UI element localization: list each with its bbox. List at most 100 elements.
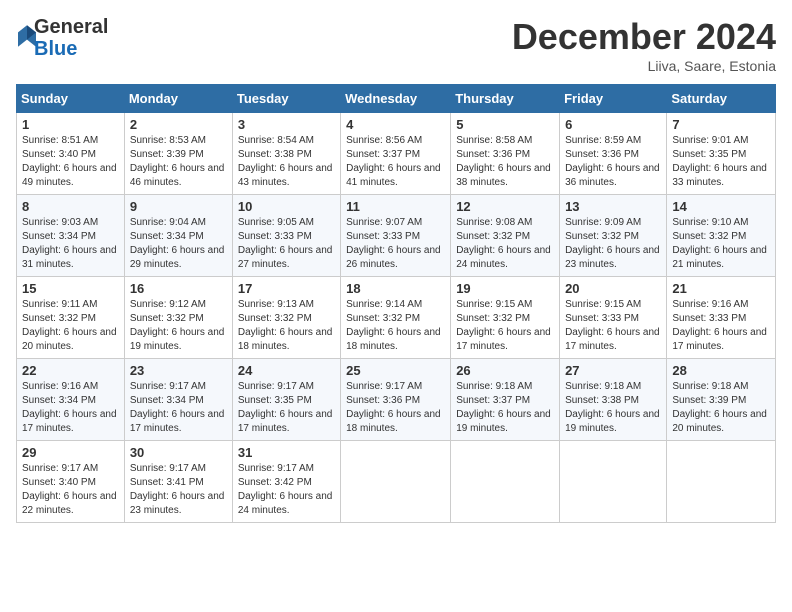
day-info: Sunrise: 9:17 AMSunset: 3:41 PMDaylight:… [130,463,225,516]
day-info: Sunrise: 9:10 AMSunset: 3:32 PMDaylight:… [672,217,767,270]
day-info: Sunrise: 9:07 AMSunset: 3:33 PMDaylight:… [346,217,441,270]
table-row: 1 Sunrise: 8:51 AMSunset: 3:40 PMDayligh… [17,113,125,195]
day-number: 1 [22,117,119,132]
calendar-week-4: 22 Sunrise: 9:16 AMSunset: 3:34 PMDaylig… [17,359,776,441]
day-info: Sunrise: 8:53 AMSunset: 3:39 PMDaylight:… [130,135,225,188]
day-info: Sunrise: 9:09 AMSunset: 3:32 PMDaylight:… [565,217,660,270]
day-info: Sunrise: 9:04 AMSunset: 3:34 PMDaylight:… [130,217,225,270]
table-row: 19 Sunrise: 9:15 AMSunset: 3:32 PMDaylig… [451,277,560,359]
day-number: 6 [565,117,661,132]
table-row: 22 Sunrise: 9:16 AMSunset: 3:34 PMDaylig… [17,359,125,441]
logo-blue-text: Blue [34,38,77,60]
calendar-header-row: Sunday Monday Tuesday Wednesday Thursday… [17,85,776,113]
day-number: 19 [456,281,554,296]
col-monday: Monday [124,85,232,113]
day-number: 12 [456,199,554,214]
table-row [560,441,667,523]
table-row: 11 Sunrise: 9:07 AMSunset: 3:33 PMDaylig… [341,195,451,277]
day-number: 10 [238,199,335,214]
day-info: Sunrise: 8:54 AMSunset: 3:38 PMDaylight:… [238,135,333,188]
day-info: Sunrise: 9:17 AMSunset: 3:34 PMDaylight:… [130,381,225,434]
day-number: 8 [22,199,119,214]
day-number: 18 [346,281,445,296]
day-number: 2 [130,117,227,132]
table-row [667,441,776,523]
col-sunday: Sunday [17,85,125,113]
day-info: Sunrise: 8:58 AMSunset: 3:36 PMDaylight:… [456,135,551,188]
table-row: 23 Sunrise: 9:17 AMSunset: 3:34 PMDaylig… [124,359,232,441]
col-thursday: Thursday [451,85,560,113]
day-info: Sunrise: 9:11 AMSunset: 3:32 PMDaylight:… [22,299,117,352]
page: General Blue December 2024 Liiva, Saare,… [0,0,792,612]
day-info: Sunrise: 9:15 AMSunset: 3:33 PMDaylight:… [565,299,660,352]
day-info: Sunrise: 9:01 AMSunset: 3:35 PMDaylight:… [672,135,767,188]
day-number: 7 [672,117,770,132]
day-number: 3 [238,117,335,132]
table-row: 26 Sunrise: 9:18 AMSunset: 3:37 PMDaylig… [451,359,560,441]
day-number: 21 [672,281,770,296]
table-row [451,441,560,523]
table-row: 28 Sunrise: 9:18 AMSunset: 3:39 PMDaylig… [667,359,776,441]
day-info: Sunrise: 9:05 AMSunset: 3:33 PMDaylight:… [238,217,333,270]
day-info: Sunrise: 9:16 AMSunset: 3:34 PMDaylight:… [22,381,117,434]
calendar-table: Sunday Monday Tuesday Wednesday Thursday… [16,84,776,523]
table-row: 7 Sunrise: 9:01 AMSunset: 3:35 PMDayligh… [667,113,776,195]
day-info: Sunrise: 9:18 AMSunset: 3:39 PMDaylight:… [672,381,767,434]
table-row: 12 Sunrise: 9:08 AMSunset: 3:32 PMDaylig… [451,195,560,277]
day-info: Sunrise: 9:15 AMSunset: 3:32 PMDaylight:… [456,299,551,352]
day-number: 30 [130,445,227,460]
day-number: 29 [22,445,119,460]
table-row: 6 Sunrise: 8:59 AMSunset: 3:36 PMDayligh… [560,113,667,195]
day-info: Sunrise: 9:13 AMSunset: 3:32 PMDaylight:… [238,299,333,352]
table-row: 15 Sunrise: 9:11 AMSunset: 3:32 PMDaylig… [17,277,125,359]
calendar-week-5: 29 Sunrise: 9:17 AMSunset: 3:40 PMDaylig… [17,441,776,523]
table-row: 10 Sunrise: 9:05 AMSunset: 3:33 PMDaylig… [232,195,340,277]
table-row: 29 Sunrise: 9:17 AMSunset: 3:40 PMDaylig… [17,441,125,523]
day-info: Sunrise: 9:18 AMSunset: 3:37 PMDaylight:… [456,381,551,434]
day-number: 13 [565,199,661,214]
logo-general-text: General [34,16,108,38]
day-number: 24 [238,363,335,378]
col-wednesday: Wednesday [341,85,451,113]
table-row: 5 Sunrise: 8:58 AMSunset: 3:36 PMDayligh… [451,113,560,195]
day-number: 17 [238,281,335,296]
table-row: 14 Sunrise: 9:10 AMSunset: 3:32 PMDaylig… [667,195,776,277]
day-number: 9 [130,199,227,214]
table-row: 24 Sunrise: 9:17 AMSunset: 3:35 PMDaylig… [232,359,340,441]
day-number: 20 [565,281,661,296]
header: General Blue December 2024 Liiva, Saare,… [16,16,776,74]
day-number: 31 [238,445,335,460]
table-row: 30 Sunrise: 9:17 AMSunset: 3:41 PMDaylig… [124,441,232,523]
day-number: 11 [346,199,445,214]
day-info: Sunrise: 8:51 AMSunset: 3:40 PMDaylight:… [22,135,117,188]
day-number: 26 [456,363,554,378]
table-row: 18 Sunrise: 9:14 AMSunset: 3:32 PMDaylig… [341,277,451,359]
table-row: 3 Sunrise: 8:54 AMSunset: 3:38 PMDayligh… [232,113,340,195]
table-row: 16 Sunrise: 9:12 AMSunset: 3:32 PMDaylig… [124,277,232,359]
day-number: 5 [456,117,554,132]
title-section: December 2024 Liiva, Saare, Estonia [512,16,776,74]
day-info: Sunrise: 8:59 AMSunset: 3:36 PMDaylight:… [565,135,660,188]
day-number: 16 [130,281,227,296]
day-info: Sunrise: 9:17 AMSunset: 3:35 PMDaylight:… [238,381,333,434]
table-row: 2 Sunrise: 8:53 AMSunset: 3:39 PMDayligh… [124,113,232,195]
table-row: 20 Sunrise: 9:15 AMSunset: 3:33 PMDaylig… [560,277,667,359]
day-info: Sunrise: 9:17 AMSunset: 3:36 PMDaylight:… [346,381,441,434]
calendar-week-1: 1 Sunrise: 8:51 AMSunset: 3:40 PMDayligh… [17,113,776,195]
day-number: 27 [565,363,661,378]
table-row: 8 Sunrise: 9:03 AMSunset: 3:34 PMDayligh… [17,195,125,277]
table-row: 17 Sunrise: 9:13 AMSunset: 3:32 PMDaylig… [232,277,340,359]
day-info: Sunrise: 9:08 AMSunset: 3:32 PMDaylight:… [456,217,551,270]
calendar-week-2: 8 Sunrise: 9:03 AMSunset: 3:34 PMDayligh… [17,195,776,277]
day-info: Sunrise: 9:18 AMSunset: 3:38 PMDaylight:… [565,381,660,434]
table-row: 13 Sunrise: 9:09 AMSunset: 3:32 PMDaylig… [560,195,667,277]
col-friday: Friday [560,85,667,113]
day-number: 15 [22,281,119,296]
table-row: 4 Sunrise: 8:56 AMSunset: 3:37 PMDayligh… [341,113,451,195]
day-number: 28 [672,363,770,378]
day-number: 23 [130,363,227,378]
day-info: Sunrise: 9:17 AMSunset: 3:42 PMDaylight:… [238,463,333,516]
table-row: 27 Sunrise: 9:18 AMSunset: 3:38 PMDaylig… [560,359,667,441]
col-saturday: Saturday [667,85,776,113]
day-info: Sunrise: 9:17 AMSunset: 3:40 PMDaylight:… [22,463,117,516]
